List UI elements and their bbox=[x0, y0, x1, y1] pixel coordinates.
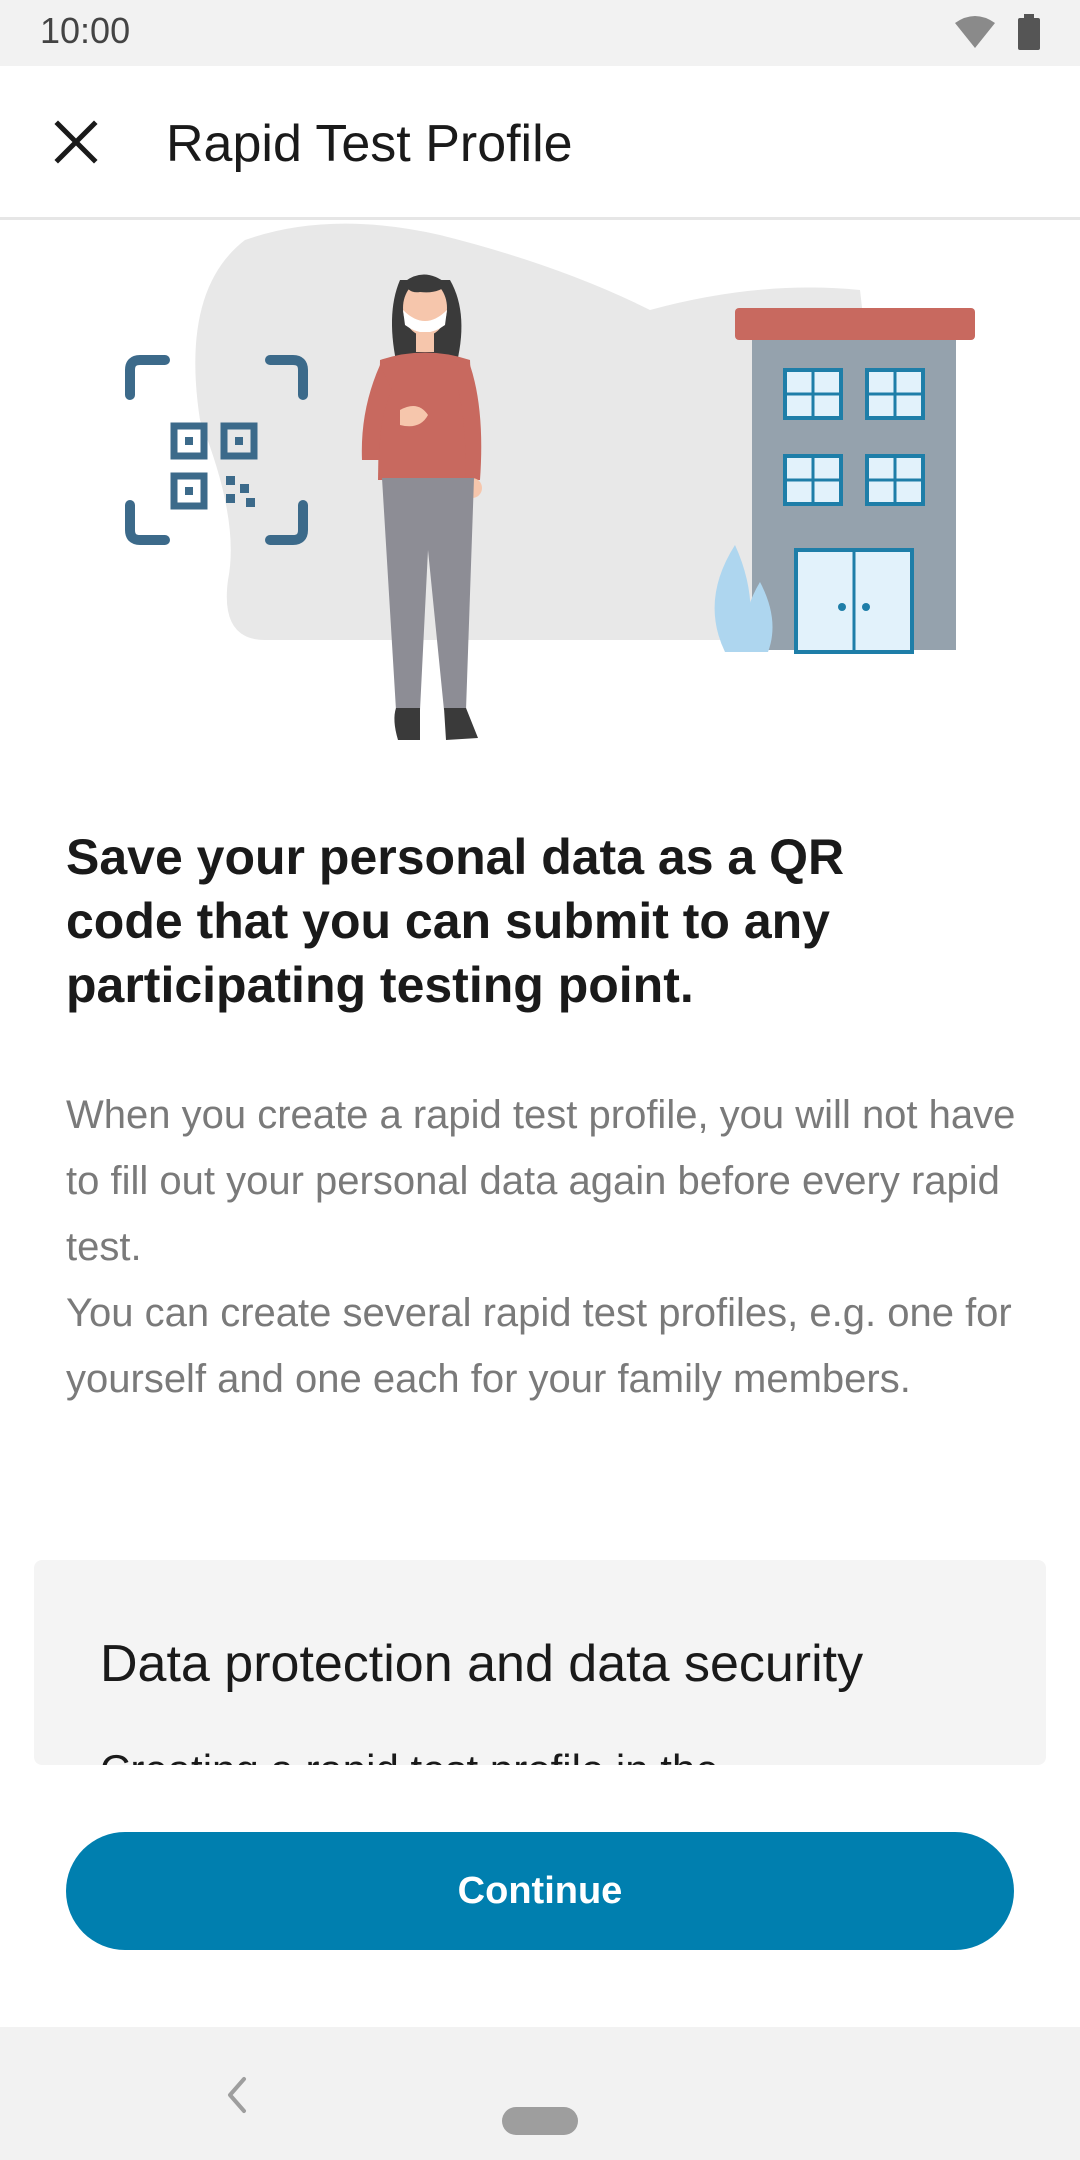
description-paragraph: You can create several rapid test profil… bbox=[66, 1291, 1012, 1401]
continue-button[interactable]: Continue bbox=[66, 1832, 1014, 1950]
status-icons bbox=[954, 14, 1040, 50]
rapid-test-illustration bbox=[125, 223, 975, 740]
wifi-icon bbox=[955, 16, 995, 48]
data-protection-title: Data protection and data security bbox=[100, 1635, 864, 1693]
battery-icon bbox=[1018, 14, 1040, 50]
headline: Save your personal data as a QR code tha… bbox=[66, 829, 845, 1013]
back-icon[interactable] bbox=[216, 2067, 256, 2123]
system-nav-bar bbox=[0, 2027, 1080, 2160]
building bbox=[714, 308, 975, 654]
status-time: 10:00 bbox=[40, 10, 131, 51]
description: When you create a rapid test profile, yo… bbox=[66, 1082, 1016, 1412]
status-bar: 10:00 bbox=[0, 0, 1080, 66]
app-bar: Rapid Test Profile bbox=[0, 66, 1080, 220]
data-protection-card: Data protection and data security Creati… bbox=[34, 1560, 1046, 1765]
description-paragraph: When you create a rapid test profile, yo… bbox=[66, 1093, 1016, 1269]
home-pill[interactable] bbox=[502, 2107, 578, 2135]
data-protection-bullet: Creating a rapid test profile in the bbox=[100, 1746, 719, 1765]
page-title: Rapid Test Profile bbox=[166, 115, 573, 173]
bottom-action-area: Continue bbox=[0, 1765, 1080, 2027]
close-button[interactable] bbox=[36, 102, 116, 182]
close-icon bbox=[54, 120, 98, 164]
